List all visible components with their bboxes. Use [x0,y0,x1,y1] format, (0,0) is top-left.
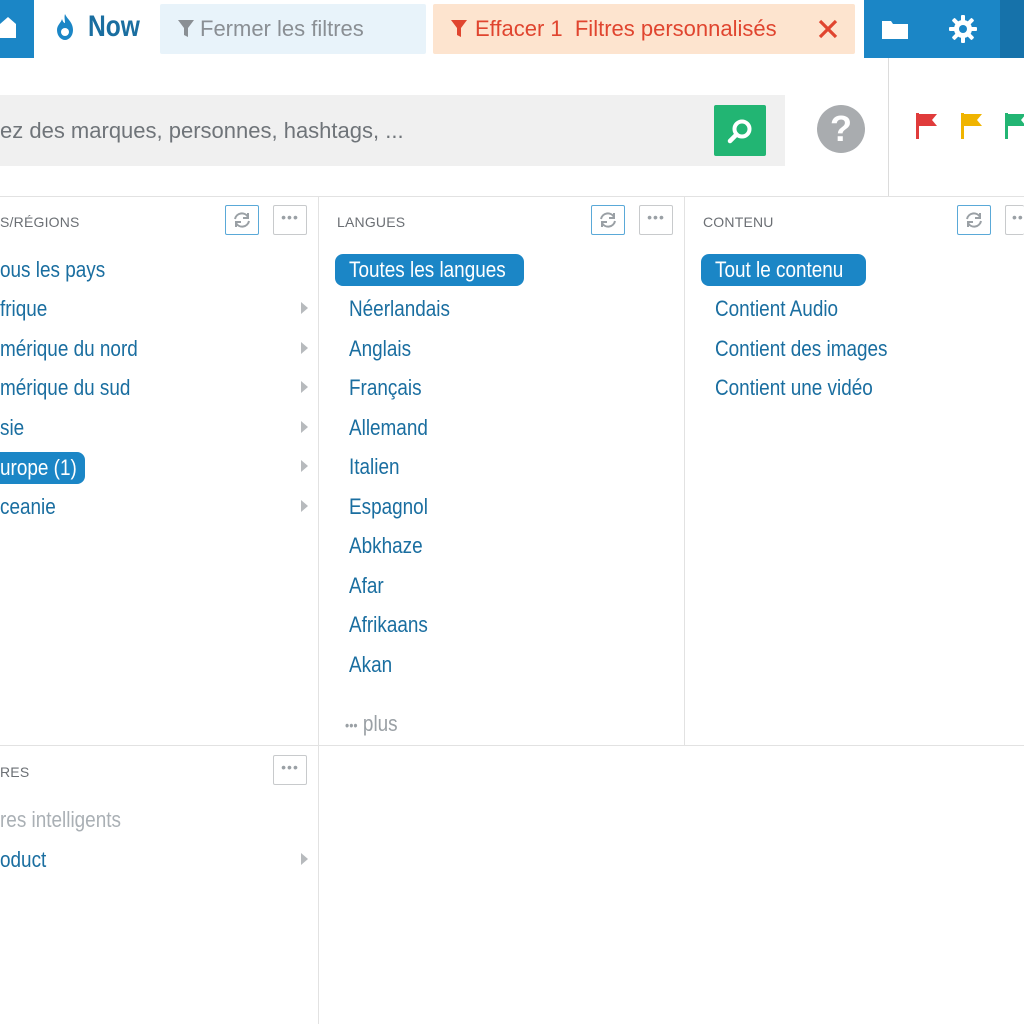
flag-red-icon[interactable] [915,112,939,140]
panel-title-content: CONTENU [703,214,774,230]
list-item[interactable]: Afar [349,573,384,599]
search-input[interactable] [0,95,700,166]
more-options-button[interactable]: ••• [639,205,673,235]
list-item-label: Toutes les langues [349,257,506,282]
refresh-button[interactable] [591,205,625,235]
refresh-button[interactable] [957,205,991,235]
list-item: res intelligents [0,807,121,832]
clear-filters-label: Effacer 1 Filtres personnalisés [475,16,777,41]
list-item[interactable]: Italien [349,454,399,480]
list-item[interactable]: mérique du sud [0,375,130,401]
chevron-right-icon[interactable] [301,500,308,512]
ellipsis-icon: ••• [281,759,299,775]
funnel-icon [451,20,467,37]
list-item[interactable]: Afrikaans [349,612,428,638]
more-options-button[interactable]: ••• [273,205,307,235]
list-item[interactable]: Contient une vidéo [715,375,873,401]
ellipsis-icon: ••• [345,717,358,734]
search-icon [727,119,752,143]
list-item[interactable]: Néerlandais [349,296,450,322]
divider [684,197,685,745]
refresh-icon [966,212,982,228]
clear-filters-button[interactable]: Effacer 1 Filtres personnalisés [433,4,855,54]
list-item-selected[interactable]: Tout le contenu [701,254,866,286]
divider [888,58,889,196]
list-item[interactable]: Allemand [349,415,428,441]
list-item[interactable]: Espagnol [349,494,428,520]
search-field[interactable] [0,95,785,166]
help-button[interactable]: ? [817,105,865,153]
list-item[interactable]: Anglais [349,336,411,362]
settings-button[interactable] [926,0,1000,58]
list-item[interactable]: Contient Audio [715,296,838,322]
chevron-right-icon[interactable] [301,342,308,354]
list-item[interactable]: ceanie [0,494,56,520]
flame-icon [57,14,73,40]
divider [0,196,1024,197]
flag-green-icon[interactable] [1004,112,1024,140]
ellipsis-icon: ••• [281,209,299,225]
list-item[interactable]: Français [349,375,422,401]
chevron-right-icon[interactable] [301,853,308,865]
divider [318,197,319,1024]
list-item[interactable]: ous les pays [0,257,105,283]
list-item-label: urope (1) [0,455,77,480]
tab-now-label: Now [88,10,140,43]
refresh-button[interactable] [225,205,259,235]
folder-button[interactable] [864,0,926,58]
ellipsis-icon: ••• [1012,209,1024,225]
search-button[interactable] [714,105,766,156]
list-item[interactable]: Abkhaze [349,533,423,559]
chevron-right-icon[interactable] [301,421,308,433]
chevron-right-icon[interactable] [301,302,308,314]
more-options-button[interactable]: ••• [273,755,307,785]
list-item[interactable]: mérique du nord [0,336,138,362]
more-options-button[interactable]: ••• [1005,205,1024,235]
gear-icon [949,15,977,43]
list-item-selected[interactable]: Toutes les langues [335,254,524,286]
list-item-label: Tout le contenu [715,257,844,282]
funnel-icon [178,20,194,37]
panel-title-filters: RES [0,764,30,780]
show-more-link[interactable]: ••• plus [345,711,398,737]
home-tab[interactable] [0,0,34,58]
flag-yellow-icon[interactable] [960,112,984,140]
refresh-icon [600,212,616,228]
show-more-label: plus [362,711,398,736]
list-item[interactable]: sie [0,415,24,441]
list-item[interactable]: Contient des images [715,336,887,362]
home-icon [0,17,16,38]
panel-title-regions: S/RÉGIONS [0,214,80,230]
divider [0,745,1024,746]
chevron-right-icon[interactable] [301,460,308,472]
list-item-selected[interactable]: urope (1) [0,452,85,484]
close-filters-label: Fermer les filtres [200,16,364,41]
list-item[interactable]: Akan [349,652,392,678]
chevron-right-icon[interactable] [301,381,308,393]
close-icon [818,19,838,39]
tab-now[interactable]: Now [34,0,152,58]
close-filters-button[interactable]: Fermer les filtres [160,4,567,54]
topbar-overflow-edge [1000,0,1024,58]
list-item[interactable]: frique [0,296,47,322]
list-item[interactable]: oduct [0,847,46,873]
folder-icon [882,21,908,39]
panel-title-languages: LANGUES [337,214,406,230]
ellipsis-icon: ••• [647,209,665,225]
refresh-icon [234,212,250,228]
